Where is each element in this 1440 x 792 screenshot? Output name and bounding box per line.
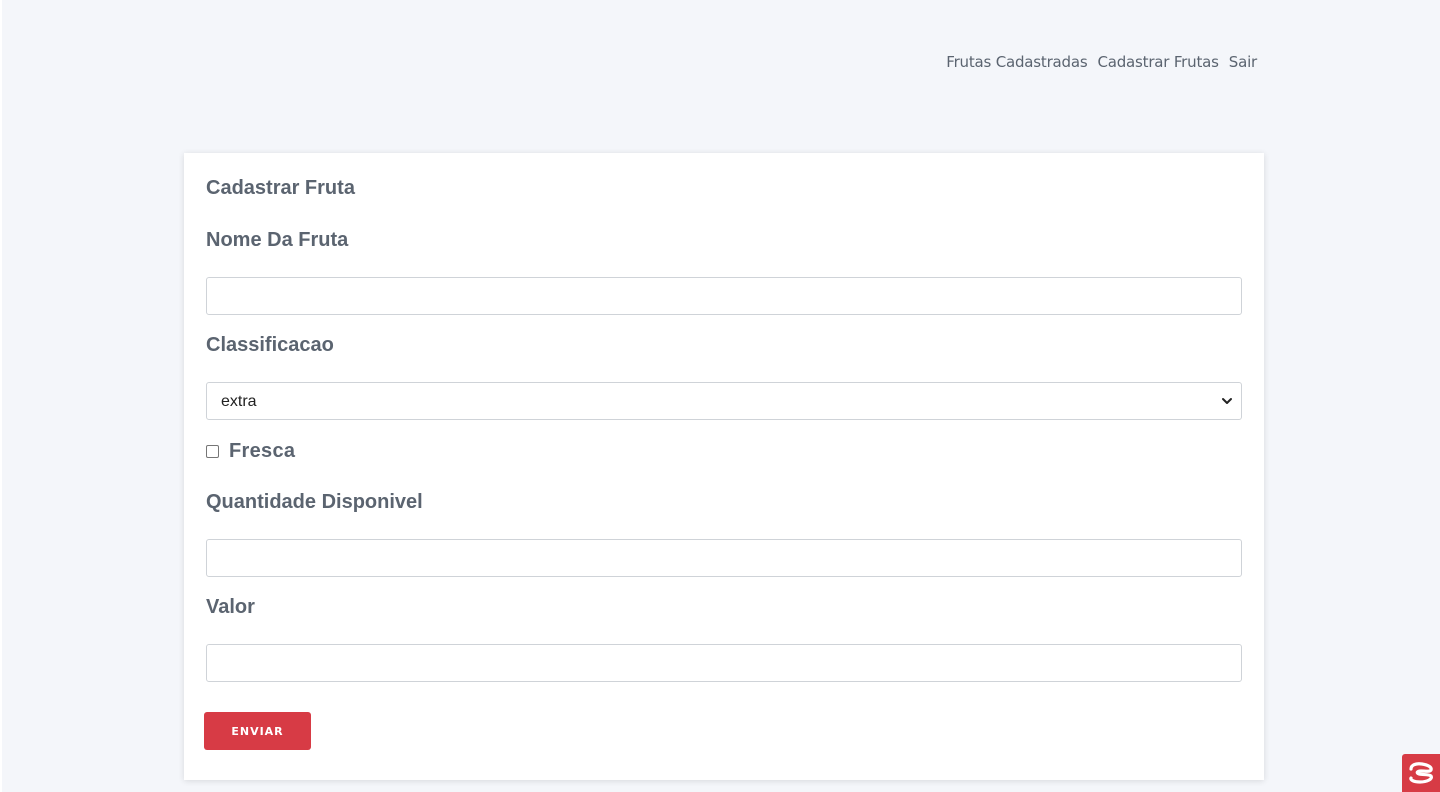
form-title: Cadastrar Fruta [206,177,355,199]
page: Frutas Cadastradas Cadastrar Frutas Sair… [0,0,1440,792]
valor-input[interactable] [206,644,1242,682]
chevron-down-icon [1221,394,1233,406]
form-card: Cadastrar Fruta Nome Da Fruta Classifica… [184,153,1264,780]
top-navigation: Frutas Cadastradas Cadastrar Frutas Sair [946,53,1257,71]
nav-link-cadastrar-frutas[interactable]: Cadastrar Frutas [1097,53,1218,71]
nav-link-sair[interactable]: Sair [1229,53,1257,71]
chat-widget-button[interactable] [1402,754,1440,792]
quantidade-disponivel-label: Quantidade Disponivel [206,491,423,513]
valor-label: Valor [206,596,255,618]
classificacao-label: Classificacao [206,334,334,356]
fresca-label: Fresca [229,440,296,462]
quantidade-disponivel-input[interactable] [206,539,1242,577]
classificacao-selected-value: extra [221,393,257,410]
nome-da-fruta-label: Nome Da Fruta [206,229,349,251]
nav-link-frutas-cadastradas[interactable]: Frutas Cadastradas [946,53,1087,71]
classificacao-select[interactable]: extra [206,382,1242,420]
fresca-checkbox[interactable] [206,445,219,458]
enviar-button[interactable]: ENVIAR [204,712,311,750]
nome-da-fruta-input[interactable] [206,277,1242,315]
